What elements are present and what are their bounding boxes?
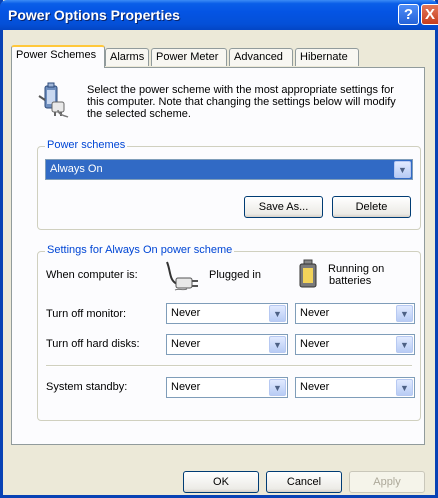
standby-battery-value: Never xyxy=(300,381,330,393)
power-plug-icon xyxy=(38,82,69,118)
chevron-down-icon[interactable]: ▼ xyxy=(394,161,411,178)
turn-off-monitor-label: Turn off monitor: xyxy=(46,308,127,320)
disks-battery-select[interactable]: Never ▼ xyxy=(295,334,415,355)
close-button[interactable]: X xyxy=(421,4,438,25)
intro-line: Select the power scheme with the most ap… xyxy=(87,84,394,96)
power-scheme-value: Always On xyxy=(50,163,103,175)
help-button[interactable]: ? xyxy=(398,4,419,25)
delete-button[interactable]: Delete xyxy=(332,196,411,218)
chevron-down-icon[interactable]: ▼ xyxy=(396,379,413,396)
tab-hibernate[interactable]: Hibernate xyxy=(295,48,359,66)
system-standby-label: System standby: xyxy=(46,381,128,393)
power-schemes-legend: Power schemes xyxy=(45,139,128,151)
tab-power-schemes[interactable]: Power Schemes xyxy=(11,45,105,68)
apply-button[interactable]: Apply xyxy=(349,471,425,493)
chevron-down-icon[interactable]: ▼ xyxy=(269,305,286,322)
batteries-line: Running on xyxy=(328,263,385,275)
cancel-button[interactable]: Cancel xyxy=(266,471,342,493)
standby-battery-select[interactable]: Never ▼ xyxy=(295,377,415,398)
tab-advanced[interactable]: Advanced xyxy=(229,48,293,66)
chevron-down-icon[interactable]: ▼ xyxy=(396,305,413,322)
intro-description: Select the power scheme with the most ap… xyxy=(87,84,417,120)
monitor-plugged-select[interactable]: Never ▼ xyxy=(166,303,288,324)
turn-off-hard-disks-label: Turn off hard disks: xyxy=(46,338,140,350)
title-bar[interactable]: Power Options Properties ? X xyxy=(0,0,438,30)
window-title: Power Options Properties xyxy=(8,7,180,23)
plug-icon xyxy=(166,261,198,291)
standby-plugged-value: Never xyxy=(171,381,201,393)
tab-power-meter[interactable]: Power Meter xyxy=(151,48,227,66)
ok-button[interactable]: OK xyxy=(183,471,259,493)
running-on-batteries-label: Running on batteries xyxy=(328,263,384,287)
disks-plugged-select[interactable]: Never ▼ xyxy=(166,334,288,355)
monitor-plugged-value: Never xyxy=(171,307,201,319)
disks-plugged-value: Never xyxy=(171,338,201,350)
chevron-down-icon[interactable]: ▼ xyxy=(396,336,413,353)
save-as-button[interactable]: Save As... xyxy=(244,196,323,218)
divider xyxy=(46,365,412,367)
intro-line: the selected scheme. xyxy=(87,108,191,120)
standby-plugged-select[interactable]: Never ▼ xyxy=(166,377,288,398)
chevron-down-icon[interactable]: ▼ xyxy=(269,379,286,396)
plugged-in-label: Plugged in xyxy=(209,269,261,281)
disks-battery-value: Never xyxy=(300,338,330,350)
battery-icon xyxy=(299,259,317,288)
when-computer-is-label: When computer is: xyxy=(46,269,138,281)
chevron-down-icon[interactable]: ▼ xyxy=(269,336,286,353)
tab-alarms[interactable]: Alarms xyxy=(105,48,149,66)
power-scheme-select[interactable]: Always On ▼ xyxy=(45,159,413,180)
intro-line: this computer. Note that changing the se… xyxy=(87,96,396,108)
monitor-battery-value: Never xyxy=(300,307,330,319)
settings-legend: Settings for Always On power scheme xyxy=(45,244,235,256)
monitor-battery-select[interactable]: Never ▼ xyxy=(295,303,415,324)
batteries-line: batteries xyxy=(329,275,372,287)
